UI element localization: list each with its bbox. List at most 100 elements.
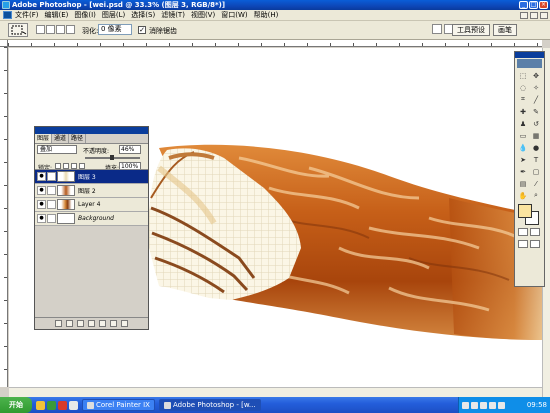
blur-tool-icon[interactable]: 💧 [517, 142, 529, 153]
magic-wand-tool-icon[interactable]: ✧ [530, 82, 542, 93]
vertical-ruler[interactable] [0, 47, 8, 387]
layer-mask-icon[interactable] [77, 320, 84, 327]
marquee-tool-icon[interactable]: ⬚ [517, 70, 529, 81]
eye-icon[interactable]: ● [37, 172, 46, 181]
layer-row[interactable]: ● 图层 3 [35, 170, 148, 184]
doc-close-button[interactable] [540, 12, 548, 19]
menu-edit[interactable]: 编辑(E) [45, 10, 69, 20]
eye-icon[interactable]: ● [37, 200, 46, 209]
type-tool-icon[interactable]: T [530, 154, 542, 165]
maximize-button[interactable]: □ [529, 1, 538, 9]
pen-tool-icon[interactable]: ✒ [517, 166, 529, 177]
new-group-icon[interactable] [88, 320, 95, 327]
adobe-online-icon[interactable] [517, 59, 542, 68]
feather-input[interactable]: 0 像素 [98, 24, 132, 35]
standard-mode-icon[interactable] [518, 228, 528, 236]
taskbar-item-photoshop[interactable]: Adobe Photoshop - [w... [158, 399, 261, 411]
start-button[interactable]: 开始 [0, 397, 32, 413]
intersect-selection-icon[interactable] [66, 25, 75, 34]
tray-icon[interactable] [471, 401, 478, 409]
palette-title-bar[interactable] [35, 127, 148, 134]
taskbar-item-painter[interactable]: Corel Painter IX [82, 399, 155, 411]
dodge-tool-icon[interactable]: ● [530, 142, 542, 153]
crop-tool-icon[interactable]: ⌗ [517, 94, 529, 105]
standard-screen-icon[interactable] [518, 240, 528, 248]
marquee-tool-icon [11, 25, 27, 35]
opacity-slider-thumb[interactable] [110, 155, 115, 160]
layer-style-icon[interactable] [66, 320, 73, 327]
eye-icon[interactable]: ● [37, 186, 46, 195]
layer-row[interactable]: ● Background [35, 212, 148, 226]
link-slot-icon [47, 214, 56, 223]
eye-icon[interactable]: ● [37, 214, 46, 223]
menu-file[interactable]: 文件(F) [15, 10, 39, 20]
tray-icon[interactable] [489, 401, 496, 409]
adjustment-layer-icon[interactable] [99, 320, 106, 327]
tray-icon[interactable] [480, 401, 487, 409]
foreground-color-swatch[interactable] [518, 204, 532, 218]
path-selection-tool-icon[interactable]: ➤ [517, 154, 529, 165]
layer-row[interactable]: ● Layer 4 [35, 198, 148, 212]
tab-paths[interactable]: 路径 [69, 134, 87, 143]
menu-filter[interactable]: 滤镜(T) [161, 10, 185, 20]
new-layer-icon[interactable] [110, 320, 117, 327]
history-brush-tool-icon[interactable]: ↺ [530, 118, 542, 129]
minimize-button[interactable]: _ [519, 1, 528, 9]
opacity-slider[interactable] [85, 155, 140, 160]
clone-stamp-tool-icon[interactable]: ♟ [517, 118, 529, 129]
menu-window[interactable]: 窗口(W) [221, 10, 247, 20]
tool-preset-picker[interactable] [8, 23, 28, 37]
quick-mask-modes [515, 226, 544, 238]
quick-launch-icon[interactable] [58, 400, 67, 410]
gradient-tool-icon[interactable]: ▦ [530, 130, 542, 141]
eyedropper-tool-icon[interactable]: ⁄ [530, 178, 542, 189]
color-swatches [515, 204, 544, 226]
close-button[interactable]: × [539, 1, 548, 9]
quick-launch-icon[interactable] [69, 400, 78, 410]
horizontal-scrollbar[interactable] [9, 387, 542, 397]
quick-launch-icon[interactable] [36, 400, 45, 410]
lasso-tool-icon[interactable]: ◌ [517, 82, 529, 93]
doc-minimize-button[interactable] [520, 12, 528, 19]
menu-help[interactable]: 帮助(H) [254, 10, 279, 20]
horizontal-ruler[interactable] [8, 40, 542, 47]
doc-restore-button[interactable] [530, 12, 538, 19]
full-screen-menu-icon[interactable] [530, 240, 540, 248]
eraser-tool-icon[interactable]: ▭ [517, 130, 529, 141]
tab-layers[interactable]: 图层 [35, 134, 53, 143]
menu-image[interactable]: 图像(I) [74, 10, 96, 20]
menu-select[interactable]: 选择(S) [131, 10, 155, 20]
healing-brush-tool-icon[interactable]: ✚ [517, 106, 529, 117]
brush-tool-icon[interactable]: ✎ [530, 106, 542, 117]
blend-mode-select[interactable]: 叠加 [37, 145, 77, 154]
tab-brushes[interactable]: 画笔 [493, 24, 517, 36]
notes-tool-icon[interactable]: ▤ [517, 178, 529, 189]
screen-modes [515, 238, 544, 250]
title-bar: Adobe Photoshop - [wei.psd @ 33.3% (图层 3… [0, 0, 550, 10]
slice-tool-icon[interactable]: ╱ [530, 94, 542, 105]
link-layers-icon[interactable] [55, 320, 62, 327]
menu-bar: 文件(F) 编辑(E) 图像(I) 图层(L) 选择(S) 滤镜(T) 视图(V… [0, 10, 550, 21]
move-tool-icon[interactable]: ✥ [530, 70, 542, 81]
opacity-input[interactable]: 46% [119, 145, 141, 154]
quick-mask-mode-icon[interactable] [530, 228, 540, 236]
ruler-origin[interactable] [0, 40, 8, 47]
volume-icon[interactable] [498, 401, 505, 409]
menu-layer[interactable]: 图层(L) [102, 10, 125, 20]
add-selection-icon[interactable] [46, 25, 55, 34]
new-selection-icon[interactable] [36, 25, 45, 34]
subtract-selection-icon[interactable] [56, 25, 65, 34]
layer-row[interactable]: ● 图层 2 [35, 184, 148, 198]
trash-icon[interactable] [121, 320, 128, 327]
shape-tool-icon[interactable]: ▢ [530, 166, 542, 177]
hand-tool-icon[interactable]: ✋ [517, 190, 529, 201]
palette-well-icon-1[interactable] [432, 24, 442, 34]
zoom-tool-icon[interactable]: ⌕ [530, 190, 542, 201]
tab-channels[interactable]: 通道 [52, 134, 70, 143]
quick-launch-icon[interactable] [47, 400, 56, 410]
toolbox-title-bar[interactable] [515, 52, 544, 58]
tab-tool-presets[interactable]: 工具预设 [452, 24, 490, 36]
menu-view[interactable]: 视图(V) [191, 10, 215, 20]
tray-icon[interactable] [462, 401, 469, 409]
antialias-checkbox[interactable]: ✓ [138, 26, 146, 34]
